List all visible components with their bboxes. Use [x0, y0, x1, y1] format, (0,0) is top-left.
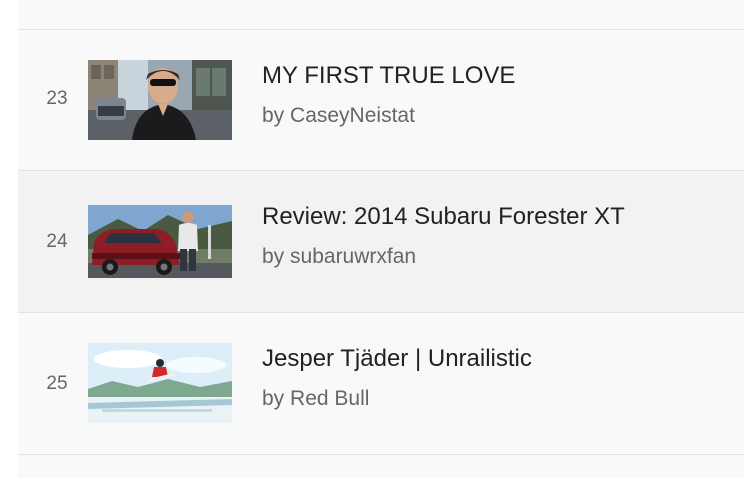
byline-prefix: by: [262, 387, 285, 410]
byline: by subaruwrxfan: [262, 245, 416, 269]
snowboard-jump-thumbnail-icon: [88, 343, 232, 423]
video-thumbnail[interactable]: [88, 60, 232, 140]
byline-prefix: by: [262, 104, 285, 127]
byline-prefix: by: [262, 245, 285, 268]
rank-number: 25: [46, 373, 68, 394]
video-title-link[interactable]: Review: 2014 Subaru Forester XT: [262, 203, 625, 231]
channel-link[interactable]: Red Bull: [290, 387, 369, 410]
video-list: 23 MY FIRST TRUE LOVE by CaseyNeistat 24…: [18, 0, 744, 478]
red-suv-thumbnail-icon: [88, 205, 232, 278]
channel-link[interactable]: subaruwrxfan: [290, 245, 416, 268]
list-item[interactable]: 23 MY FIRST TRUE LOVE by CaseyNeistat: [18, 30, 744, 171]
byline: by Red Bull: [262, 387, 369, 411]
street-vlog-thumbnail-icon: [88, 60, 232, 140]
list-item-previous[interactable]: [18, 0, 744, 30]
byline: by CaseyNeistat: [262, 104, 415, 128]
video-title-link[interactable]: Jesper Tjäder | Unrailistic: [262, 345, 532, 373]
video-title-link[interactable]: MY FIRST TRUE LOVE: [262, 62, 515, 90]
list-item[interactable]: 25 Jesper Tjäder | Unrailistic by Red Bu…: [18, 313, 744, 455]
rank-number: 24: [46, 231, 68, 252]
list-item[interactable]: 24 Review: 2014 Subaru Forester XT by su…: [18, 171, 744, 313]
rank-number: 23: [46, 88, 68, 109]
channel-link[interactable]: CaseyNeistat: [290, 104, 415, 127]
video-thumbnail[interactable]: [88, 205, 232, 278]
video-thumbnail[interactable]: [88, 343, 232, 423]
list-item-next[interactable]: [18, 455, 744, 478]
